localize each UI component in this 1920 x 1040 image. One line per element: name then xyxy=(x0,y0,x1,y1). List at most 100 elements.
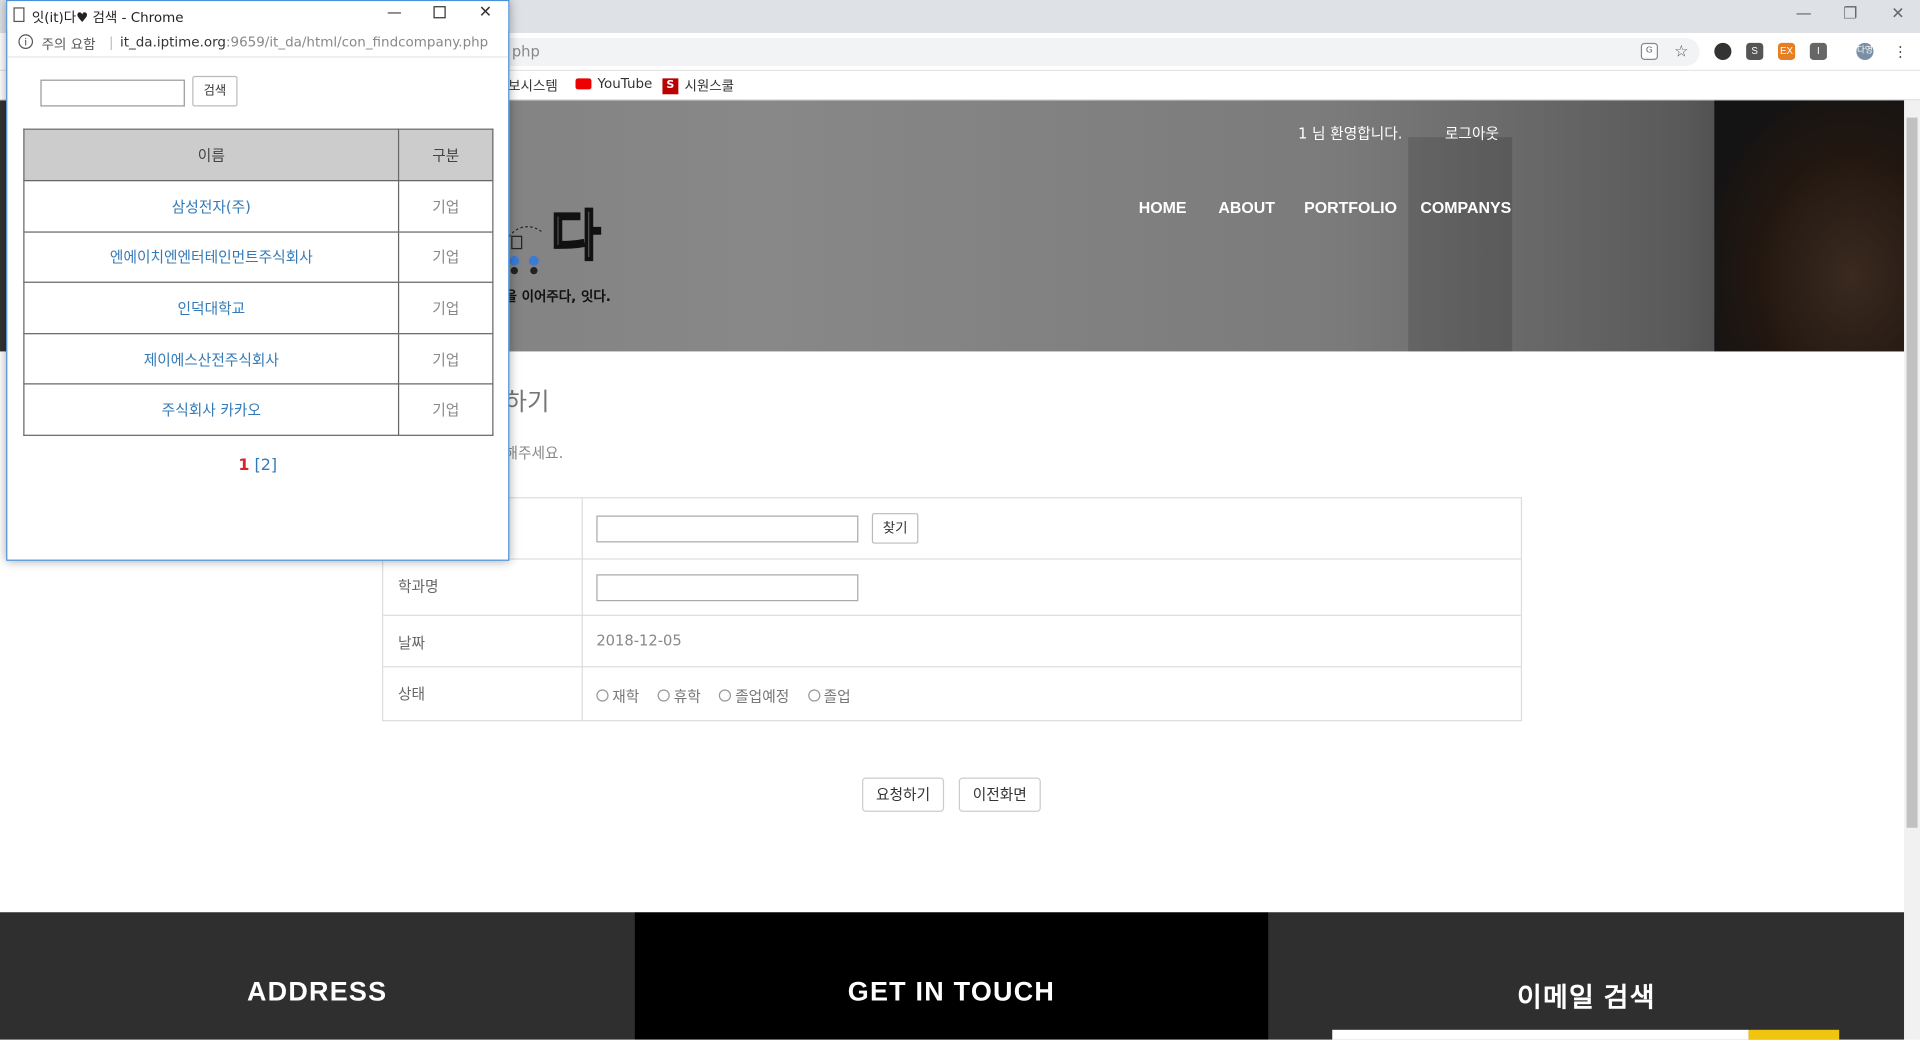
popup-address-bar[interactable]: i 주의 요함 | it_da.iptime.org:9659/it_da/ht… xyxy=(7,31,509,58)
company-link[interactable]: 엔에이치엔엔터테인먼트주식회사 xyxy=(23,230,400,284)
company-type: 기업 xyxy=(398,281,494,335)
table-row: 주식회사 카카오 기업 xyxy=(23,383,494,436)
hero-background xyxy=(1408,137,1513,352)
page-link-2[interactable]: [2] xyxy=(255,457,278,475)
security-label: 주의 요함 xyxy=(41,36,96,53)
youtube-icon xyxy=(575,78,592,90)
company-type: 기업 xyxy=(398,383,494,436)
table-header-row: 이름 구분 xyxy=(23,128,494,182)
table-row: 제이에스산전주식회사 기업 xyxy=(23,332,494,385)
company-link[interactable]: 제이에스산전주식회사 xyxy=(23,332,400,385)
bookmark-youtube[interactable]: YouTube xyxy=(575,75,653,92)
logo-tagline: 을 이어주다, 잇다. xyxy=(504,288,611,305)
extension-s-icon[interactable]: S xyxy=(1746,42,1764,61)
bookmark-label: 보시스템 xyxy=(508,78,558,95)
popup-url: it_da.iptime.org:9659/it_da/html/con_fin… xyxy=(120,34,488,50)
page-icon xyxy=(13,7,25,23)
email-search-input[interactable] xyxy=(1332,1029,1749,1040)
popup-url-host: it_da.iptime.org xyxy=(120,34,226,51)
radio-circle xyxy=(719,689,732,702)
form-row-date: 날짜 2018-12-05 xyxy=(383,616,1521,668)
page-title: 하기 xyxy=(504,386,550,417)
dept-label: 학과명 xyxy=(397,577,439,596)
popup-url-path: :9659/it_da/html/con_findcompany.php xyxy=(225,34,489,51)
page-description: 해주세요. xyxy=(504,444,564,462)
addr-separator: | xyxy=(108,34,114,51)
date-label: 날짜 xyxy=(397,634,426,652)
dept-input[interactable] xyxy=(596,574,859,602)
nav-home[interactable]: HOME xyxy=(1139,198,1187,216)
pagination: 1 [2] xyxy=(7,457,508,475)
bookmark-label: 시원스쿨 xyxy=(684,78,735,95)
radio-label: 졸업 xyxy=(823,687,851,705)
popup-window: 잇(it)다♥ 검색 - Chrome — ✕ i 주의 요함 | it_da.… xyxy=(6,0,510,561)
translate-icon[interactable]: G xyxy=(1640,42,1658,61)
back-button[interactable]: 이전화면 xyxy=(958,777,1041,812)
footer-email-title: 이메일 검색 xyxy=(1516,982,1656,1013)
find-button[interactable]: 찾기 xyxy=(871,513,919,544)
radio-label: 졸업예정 xyxy=(735,687,790,705)
extension-i-icon[interactable]: I xyxy=(1809,42,1827,61)
page-scrollbar[interactable] xyxy=(1904,100,1920,1040)
nav-about[interactable]: ABOUT xyxy=(1218,198,1275,216)
logout-link[interactable]: 로그아웃 xyxy=(1445,122,1499,143)
bookmark-label: YouTube xyxy=(597,75,653,92)
scrollbar-thumb[interactable] xyxy=(1906,117,1918,828)
footer-contact: GET IN TOUCH xyxy=(634,912,1269,1040)
logo-people-icon xyxy=(506,226,542,275)
status-radio-group: 재학 휴학 졸업예정 졸업 xyxy=(596,683,863,706)
hero-photo xyxy=(1714,100,1905,352)
radio-circle xyxy=(596,689,609,702)
bookmark-item[interactable]: 보시스템 xyxy=(508,76,558,96)
header-type: 구분 xyxy=(398,128,494,182)
popup-title: 잇(it)다♥ 검색 - Chrome xyxy=(31,9,184,26)
popup-search-button[interactable]: 검색 xyxy=(192,75,238,107)
address-bar[interactable]: php xyxy=(499,37,1700,67)
info-icon[interactable]: i xyxy=(18,34,34,49)
extension-icon[interactable] xyxy=(1714,42,1732,61)
form-row-company: 찾기 xyxy=(383,498,1521,560)
footer-address: ADDRESS xyxy=(0,912,635,1040)
popup-close-icon[interactable]: ✕ xyxy=(479,4,492,22)
popup-minimize-icon[interactable]: — xyxy=(387,4,402,21)
footer-address-title: ADDRESS xyxy=(246,975,388,1007)
bookmark-siwon[interactable]: S 시원스쿨 xyxy=(662,76,734,96)
close-icon[interactable]: ✕ xyxy=(1870,0,1920,32)
footer-email: 이메일 검색 xyxy=(1268,912,1905,1040)
menu-icon[interactable]: ⋮ xyxy=(1892,43,1909,60)
profile-avatar[interactable]: 다영 xyxy=(1856,42,1874,61)
radio-expected-graduation[interactable]: 졸업예정 xyxy=(719,685,789,706)
request-form: 찾기 학과명 날짜 2018-12-05 상태 재학 휴학 졸업예정 졸업 xyxy=(382,497,1523,722)
company-link[interactable]: 주식회사 카카오 xyxy=(23,383,400,436)
radio-circle xyxy=(807,689,820,702)
radio-label: 휴학 xyxy=(673,687,701,705)
popup-search-input[interactable] xyxy=(40,79,185,107)
company-type: 기업 xyxy=(398,180,494,233)
radio-graduated[interactable]: 졸업 xyxy=(807,685,851,706)
email-search-button[interactable] xyxy=(1748,1029,1840,1040)
status-label: 상태 xyxy=(397,685,426,703)
url-text: php xyxy=(511,42,540,61)
footer-contact-title: GET IN TOUCH xyxy=(847,975,1056,1007)
page-current: 1 xyxy=(238,456,250,476)
form-row-status: 상태 재학 휴학 졸업예정 졸업 xyxy=(383,667,1521,720)
table-row: 인덕대학교 기업 xyxy=(23,281,494,335)
company-link[interactable]: 삼성전자(주) xyxy=(23,180,400,233)
radio-leave[interactable]: 휴학 xyxy=(657,685,701,706)
company-link[interactable]: 인덕대학교 xyxy=(23,281,400,335)
nav-portfolio[interactable]: PORTFOLIO xyxy=(1304,198,1397,216)
radio-circle xyxy=(657,689,671,702)
radio-enrolled[interactable]: 재학 xyxy=(596,685,639,706)
extension-ex-icon[interactable]: EX xyxy=(1777,42,1796,61)
welcome-text: 1 님 환영합니다. xyxy=(1297,124,1403,143)
company-table: 이름 구분 삼성전자(주) 기업 엔에이치엔엔터테인먼트주식회사 기업 인덕대학교 기… xyxy=(23,128,494,436)
popup-maximize-icon[interactable] xyxy=(433,6,446,19)
star-icon[interactable]: ☆ xyxy=(1673,42,1690,60)
header-name: 이름 xyxy=(23,128,400,182)
submit-request-button[interactable]: 요청하기 xyxy=(862,777,945,812)
date-value: 2018-12-05 xyxy=(596,631,682,649)
logo-mark[interactable]: 다 xyxy=(550,209,602,265)
nav-companys[interactable]: COMPANYS xyxy=(1420,198,1511,216)
company-input[interactable] xyxy=(596,515,859,543)
company-type: 기업 xyxy=(398,332,494,385)
